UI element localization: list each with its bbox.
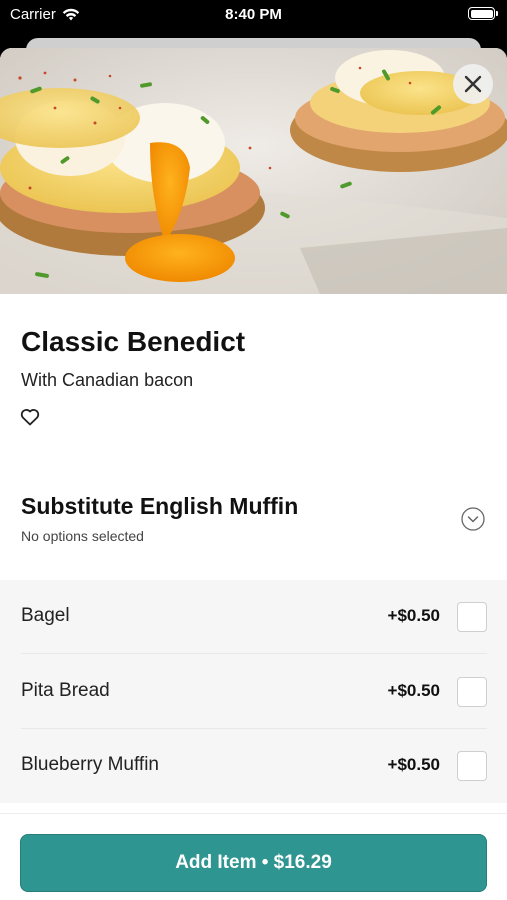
footer-bar: Add Item • $16.29 — [0, 813, 507, 900]
option-row-blueberry-muffin[interactable]: Blueberry Muffin +$0.50 — [0, 729, 507, 803]
option-price: +$0.50 — [387, 755, 440, 774]
option-checkbox[interactable] — [457, 751, 487, 781]
chevron-down-icon[interactable] — [461, 507, 485, 531]
status-bar: Carrier 8:40 PM — [0, 0, 507, 30]
option-checkbox[interactable] — [457, 677, 487, 707]
modifier-section-title: Substitute English Muffin — [21, 493, 299, 519]
divider — [21, 653, 487, 654]
option-name: Pita Bread — [21, 680, 110, 701]
item-title: Classic Benedict — [21, 326, 246, 357]
close-icon — [464, 75, 482, 93]
option-checkbox[interactable] — [457, 602, 487, 632]
item-subtitle: With Canadian bacon — [21, 370, 194, 390]
add-item-button[interactable]: Add Item • $16.29 — [20, 834, 487, 892]
status-time: 8:40 PM — [225, 6, 282, 23]
modifier-options-list: Bagel +$0.50 Pita Bread +$0.50 Blueberry… — [0, 580, 507, 803]
option-name: Bagel — [21, 605, 70, 626]
item-sheet: Classic Benedict With Canadian bacon Sub… — [0, 48, 507, 900]
option-price: +$0.50 — [387, 606, 440, 625]
option-row-bagel[interactable]: Bagel +$0.50 — [0, 580, 507, 654]
screen: Carrier 8:40 PM Classic Benedict With Ca… — [0, 0, 507, 900]
status-right — [468, 7, 498, 20]
battery-icon — [468, 7, 498, 20]
modifier-section-status: No options selected — [21, 528, 144, 544]
close-button[interactable] — [453, 64, 493, 104]
food-photo-illustration — [0, 48, 507, 294]
option-name: Blueberry Muffin — [21, 754, 159, 775]
item-photo — [0, 48, 507, 294]
option-row-pita-bread[interactable]: Pita Bread +$0.50 — [0, 655, 507, 729]
option-price: +$0.50 — [387, 681, 440, 700]
heart-icon[interactable] — [20, 408, 40, 426]
